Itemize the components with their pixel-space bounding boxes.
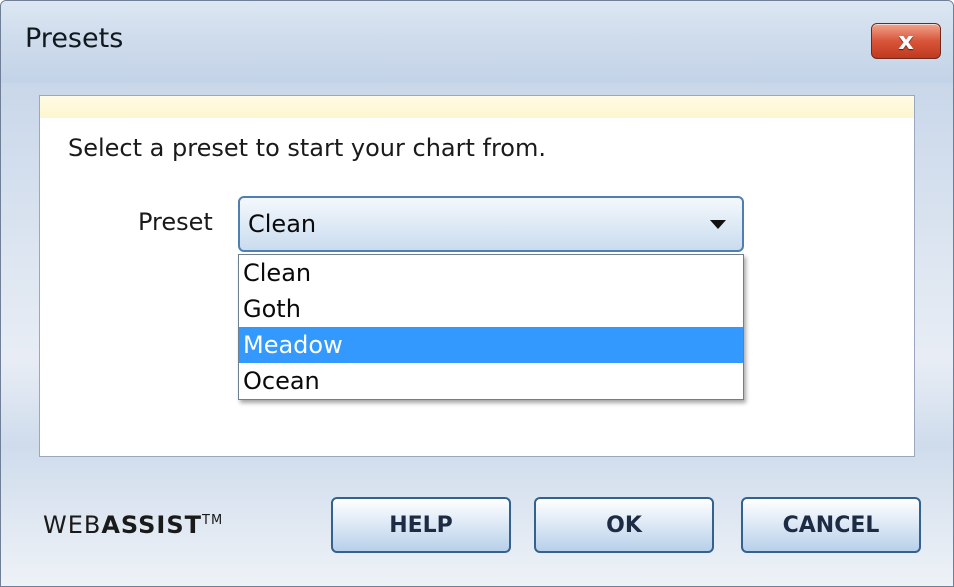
instruction-text: Select a preset to start your chart from…	[68, 134, 546, 162]
dialog-body: Select a preset to start your chart from…	[1, 83, 953, 586]
preset-label: Preset	[138, 208, 213, 236]
logo-trademark: TM	[202, 513, 224, 528]
dropdown-option-clean[interactable]: Clean	[239, 255, 743, 291]
webassist-logo: WEBASSISTTM	[43, 511, 223, 539]
logo-assist: ASSIST	[101, 511, 203, 539]
dropdown-option-ocean[interactable]: Ocean	[239, 363, 743, 399]
dropdown-option-meadow[interactable]: Meadow	[239, 327, 743, 363]
content-panel: Select a preset to start your chart from…	[39, 95, 915, 457]
close-button[interactable]: x	[871, 23, 941, 59]
chevron-down-icon	[710, 220, 726, 229]
preset-dropdown-list: Clean Goth Meadow Ocean	[238, 254, 744, 400]
close-icon: x	[898, 27, 914, 55]
ok-button[interactable]: OK	[534, 497, 714, 553]
preset-select-value: Clean	[248, 210, 317, 238]
preset-select[interactable]: Clean	[238, 196, 744, 252]
logo-web: WEB	[43, 511, 102, 539]
dropdown-option-goth[interactable]: Goth	[239, 291, 743, 327]
title-bar: Presets x	[1, 1, 953, 83]
presets-dialog: Presets x Select a preset to start your …	[0, 0, 954, 587]
window-title: Presets	[25, 23, 124, 54]
cancel-button[interactable]: CANCEL	[741, 497, 921, 553]
panel-header-strip	[40, 96, 914, 118]
help-button[interactable]: HELP	[331, 497, 511, 553]
